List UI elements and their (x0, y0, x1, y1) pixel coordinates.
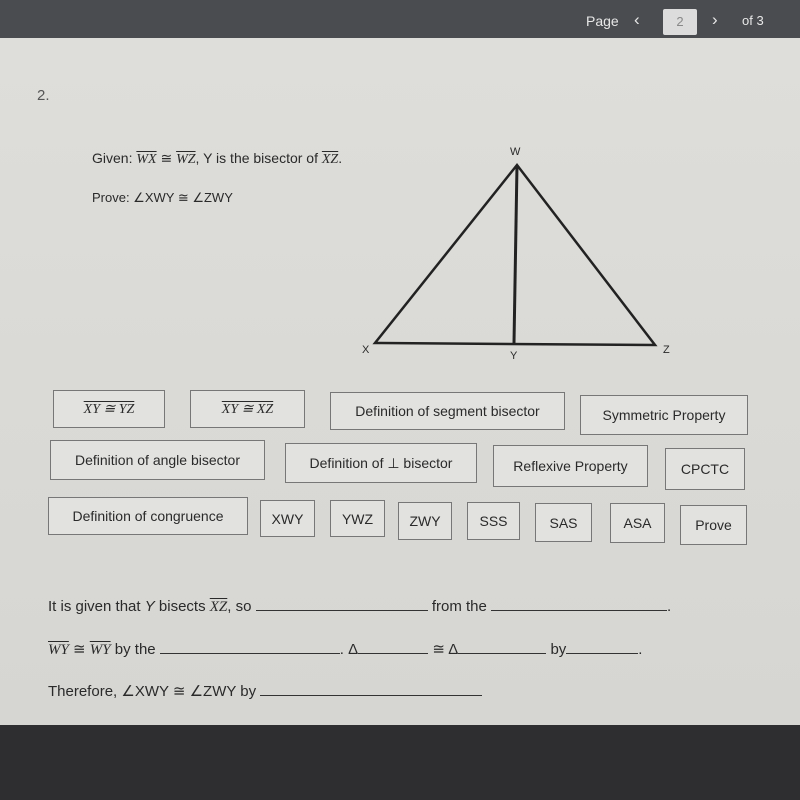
choice-symmetric-property[interactable]: Symmetric Property (580, 395, 748, 435)
segment-xz: XZ (209, 599, 228, 615)
choice-label: XY ≅ XZ (221, 401, 274, 417)
choice-cpctc[interactable]: CPCTC (665, 448, 745, 490)
text: bisects (154, 598, 210, 615)
choice-def-angle-bisector[interactable]: Definition of angle bisector (50, 440, 265, 480)
text: . (667, 598, 672, 615)
text: by (550, 641, 567, 658)
segment-wy (512, 164, 519, 344)
proof-line-2: WY ≅ WY by the . Δ ≅ Δ by. (48, 640, 642, 659)
text: Y (144, 598, 155, 615)
choice-def-perp-bisector[interactable]: Definition of ⊥ bisector (285, 443, 477, 483)
segment-wy: WY (89, 642, 111, 658)
text: Therefore, ∠XWY ≅ ∠ZWY by (48, 683, 257, 700)
choice-xy-cong-xz[interactable]: XY ≅ XZ (190, 390, 305, 428)
choice-prove[interactable]: Prove (680, 505, 747, 545)
text: by the (110, 641, 156, 658)
vertex-label-z: Z (663, 344, 670, 356)
vertex-label-y: Y (510, 350, 518, 362)
blank-2[interactable] (491, 597, 668, 611)
choice-def-congruence[interactable]: Definition of congruence (48, 497, 248, 535)
text: . Δ (339, 641, 359, 658)
segment-wy: WY (48, 642, 69, 658)
choice-sss[interactable]: SSS (467, 502, 520, 540)
text: , so (227, 598, 252, 615)
choice-xwy[interactable]: XWY (260, 500, 315, 537)
choice-xy-cong-yz[interactable]: XY ≅ YZ (53, 390, 165, 428)
text: from the (431, 598, 487, 615)
blank-7[interactable] (260, 682, 483, 696)
blank-3[interactable] (159, 640, 340, 654)
screen-bezel (0, 725, 800, 800)
choice-label: XY ≅ YZ (83, 401, 135, 417)
choice-def-segment-bisector[interactable]: Definition of segment bisector (330, 392, 565, 430)
vertex-label-w: W (510, 146, 521, 158)
choice-sas[interactable]: SAS (535, 503, 592, 542)
text: It is given that (48, 598, 145, 615)
text: ≅ (68, 641, 90, 658)
choice-reflexive-property[interactable]: Reflexive Property (493, 445, 648, 487)
vertex-label-x: X (362, 344, 370, 356)
blank-5[interactable] (458, 640, 547, 654)
proof-line-1: It is given that Y bisects XZ, so from t… (48, 597, 671, 616)
text: . (638, 641, 643, 658)
choice-zwy[interactable]: ZWY (398, 502, 452, 540)
text: ≅ Δ (432, 641, 459, 658)
choice-ywz[interactable]: YWZ (330, 500, 385, 537)
blank-1[interactable] (255, 597, 428, 611)
blank-4[interactable] (358, 640, 429, 654)
choice-asa[interactable]: ASA (610, 503, 665, 543)
proof-line-3: Therefore, ∠XWY ≅ ∠ZWY by (48, 682, 483, 700)
blank-6[interactable] (566, 640, 639, 654)
